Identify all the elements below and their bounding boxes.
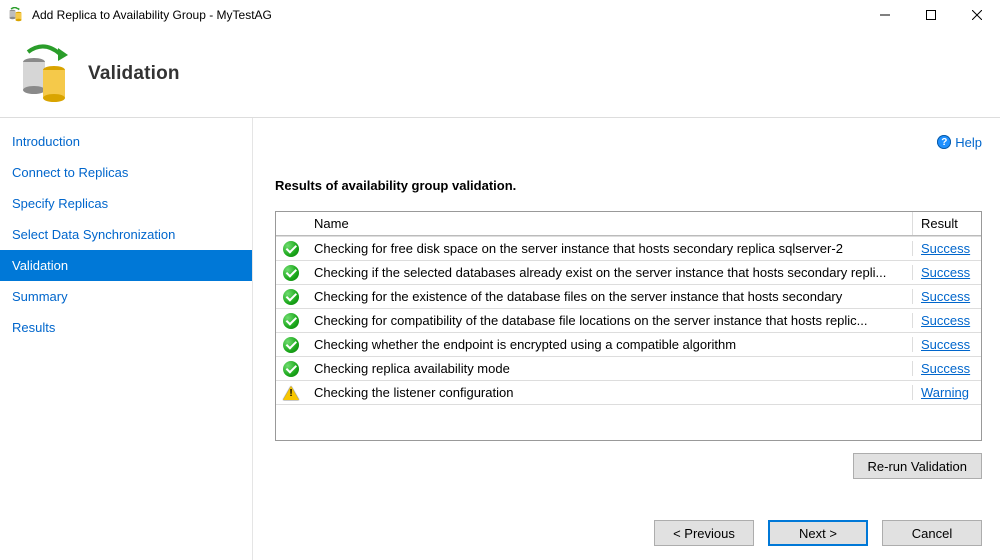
success-icon [283, 241, 299, 257]
help-label: Help [955, 135, 982, 150]
wizard-steps-sidebar: IntroductionConnect to ReplicasSpecify R… [0, 118, 252, 560]
validation-check-name: Checking whether the endpoint is encrypt… [306, 337, 913, 352]
close-button[interactable] [954, 0, 1000, 30]
rerun-validation-button[interactable]: Re-run Validation [853, 453, 982, 479]
titlebar: Add Replica to Availability Group - MyTe… [0, 0, 1000, 30]
result-link[interactable]: Success [921, 289, 970, 304]
success-icon [283, 361, 299, 377]
result-link[interactable]: Warning [921, 385, 969, 400]
column-header-result[interactable]: Result [913, 212, 981, 235]
table-row: Checking whether the endpoint is encrypt… [276, 332, 981, 356]
table-row: Checking for the existence of the databa… [276, 284, 981, 308]
success-icon [283, 313, 299, 329]
validation-check-name: Checking the listener configuration [306, 385, 913, 400]
result-link[interactable]: Success [921, 265, 970, 280]
grid-header: Name Result [276, 212, 981, 236]
wizard-footer-buttons: < Previous Next > Cancel [654, 520, 982, 546]
warning-icon [283, 386, 299, 400]
sidebar-item-select-data-synchronization[interactable]: Select Data Synchronization [0, 219, 252, 250]
sidebar-item-specify-replicas[interactable]: Specify Replicas [0, 188, 252, 219]
app-icon [8, 7, 24, 23]
table-row: Checking replica availability mode Succes… [276, 356, 981, 380]
table-row: Checking if the selected databases alrea… [276, 260, 981, 284]
sidebar-item-results[interactable]: Results [0, 312, 252, 343]
banner: Validation [0, 30, 1000, 118]
success-icon [283, 265, 299, 281]
validation-check-name: Checking for the existence of the databa… [306, 289, 913, 304]
result-link[interactable]: Success [921, 361, 970, 376]
next-button[interactable]: Next > [768, 520, 868, 546]
validation-check-name: Checking for compatibility of the databa… [306, 313, 913, 328]
table-row: Checking for compatibility of the databa… [276, 308, 981, 332]
sidebar-item-connect-to-replicas[interactable]: Connect to Replicas [0, 157, 252, 188]
column-header-name[interactable]: Name [306, 212, 913, 235]
validation-check-name: Checking if the selected databases alrea… [306, 265, 913, 280]
table-row: Checking for free disk space on the serv… [276, 236, 981, 260]
result-link[interactable]: Success [921, 337, 970, 352]
sidebar-item-validation[interactable]: Validation [0, 250, 252, 281]
sidebar-item-introduction[interactable]: Introduction [0, 126, 252, 157]
previous-button[interactable]: < Previous [654, 520, 754, 546]
validation-results-grid: Name Result Checking for free disk space… [275, 211, 982, 441]
success-icon [283, 337, 299, 353]
table-row: Checking the listener configuration Warni… [276, 380, 981, 404]
validation-check-name: Checking for free disk space on the serv… [306, 241, 913, 256]
maximize-button[interactable] [908, 0, 954, 30]
results-heading: Results of availability group validation… [275, 178, 982, 193]
help-icon: ? [937, 135, 951, 149]
validation-check-name: Checking replica availability mode [306, 361, 913, 376]
result-link[interactable]: Success [921, 313, 970, 328]
help-link[interactable]: ? Help [937, 135, 982, 150]
result-link[interactable]: Success [921, 241, 970, 256]
sidebar-item-summary[interactable]: Summary [0, 281, 252, 312]
page-title: Validation [88, 63, 180, 85]
cancel-button[interactable]: Cancel [882, 520, 982, 546]
window-title: Add Replica to Availability Group - MyTe… [32, 8, 272, 22]
banner-icon [14, 44, 74, 104]
success-icon [283, 289, 299, 305]
main-content: ? Help Results of availability group val… [252, 118, 1000, 560]
minimize-button[interactable] [862, 0, 908, 30]
